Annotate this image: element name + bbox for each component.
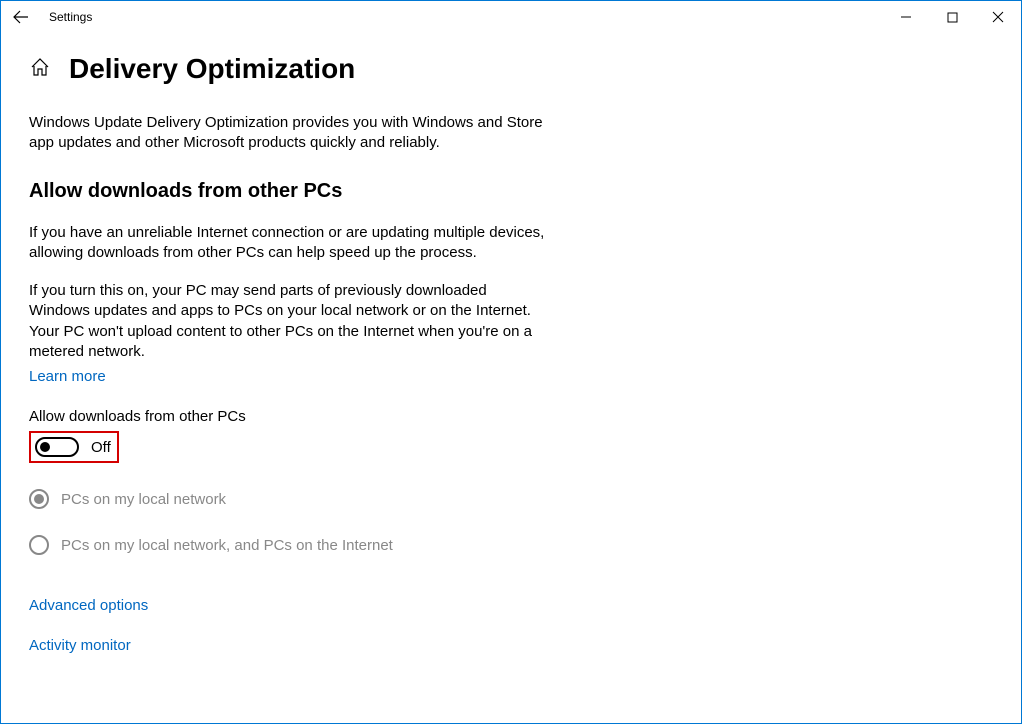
arrow-left-icon xyxy=(12,8,30,26)
advanced-options-link[interactable]: Advanced options xyxy=(29,597,148,614)
window-controls xyxy=(883,1,1021,33)
page-header: Delivery Optimization xyxy=(29,53,589,85)
radio-label: PCs on my local network xyxy=(61,491,226,508)
toggle-knob xyxy=(40,442,50,452)
page-title: Delivery Optimization xyxy=(69,53,355,85)
back-button[interactable] xyxy=(1,1,41,33)
settings-window: Settings Delivery Optimization Windows U… xyxy=(0,0,1022,724)
activity-monitor-link[interactable]: Activity monitor xyxy=(29,637,131,654)
minimize-icon xyxy=(900,11,912,23)
toggle-highlight: Off xyxy=(29,431,119,463)
allow-downloads-toggle[interactable] xyxy=(35,437,79,457)
toggle-state: Off xyxy=(91,439,111,456)
section-heading: Allow downloads from other PCs xyxy=(29,180,589,203)
radio-option-internet[interactable]: PCs on my local network, and PCs on the … xyxy=(29,535,589,555)
radio-label: PCs on my local network, and PCs on the … xyxy=(61,537,393,554)
close-icon xyxy=(992,11,1004,23)
maximize-button[interactable] xyxy=(929,1,975,33)
radio-option-local[interactable]: PCs on my local network xyxy=(29,489,589,509)
radio-icon xyxy=(29,489,49,509)
content-area: Delivery Optimization Windows Update Del… xyxy=(1,33,617,655)
section-para-1: If you have an unreliable Internet conne… xyxy=(29,223,549,264)
app-title: Settings xyxy=(41,10,92,24)
radio-icon xyxy=(29,535,49,555)
section-para-2: If you turn this on, your PC may send pa… xyxy=(29,281,549,362)
toggle-label: Allow downloads from other PCs xyxy=(29,408,589,425)
learn-more-link[interactable]: Learn more xyxy=(29,368,106,385)
maximize-icon xyxy=(947,12,958,23)
close-button[interactable] xyxy=(975,1,1021,33)
home-icon xyxy=(29,56,51,83)
minimize-button[interactable] xyxy=(883,1,929,33)
titlebar: Settings xyxy=(1,1,1021,33)
intro-text: Windows Update Delivery Optimization pro… xyxy=(29,113,549,154)
